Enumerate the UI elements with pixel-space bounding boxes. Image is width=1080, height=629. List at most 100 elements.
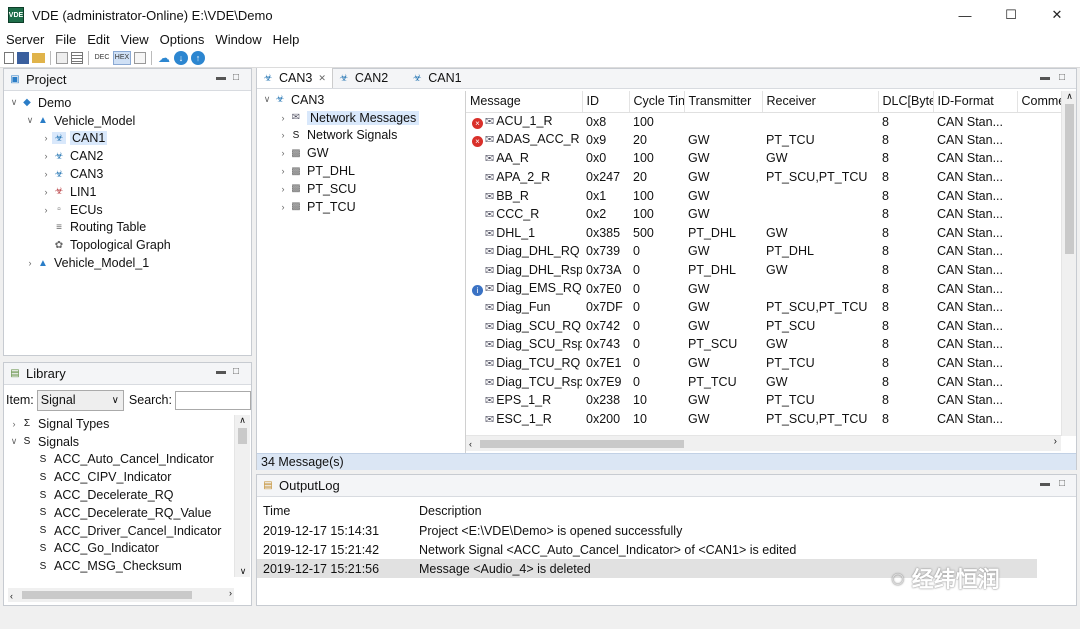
tree-item-can1[interactable]: › ☣ CAN1	[4, 130, 251, 148]
expand-right-icon[interactable]: ›	[40, 187, 52, 197]
expand-right-icon[interactable]: ›	[277, 148, 289, 158]
expand-right-icon[interactable]: ›	[40, 169, 52, 179]
scroll-thumb[interactable]	[1065, 104, 1074, 254]
table-row[interactable]: i ✉ Diag_EMS_RQ 0x7E0 0 GW 8 CAN Stan...	[466, 279, 1062, 298]
messages-vertical-scrollbar[interactable]: ∧	[1061, 91, 1076, 436]
table-row[interactable]: ✉ DHL_1 0x385 500 PT_DHL GW 8 CAN Stan...	[466, 224, 1062, 243]
export-icon[interactable]	[134, 51, 146, 64]
signal-list-item[interactable]: Ѕ ACC_MSG_Checksum	[4, 557, 251, 575]
close-tab-icon[interactable]: ✕	[318, 73, 326, 84]
table-row[interactable]: ✉ Diag_SCU_RQ 0x742 0 GW PT_SCU 8 CAN Stan...	[466, 317, 1062, 336]
table-row[interactable]: ✉ ESC_1_R 0x200 10 GW PT_SCU,PT_TCU 8 CAN Stan.…	[466, 410, 1062, 429]
column-header-dlc[interactable]: DLC[Byte	[878, 91, 934, 113]
expand-right-icon[interactable]: ›	[40, 205, 52, 215]
signal-list-item[interactable]: Ѕ ACC_CIPV_Indicator	[4, 468, 251, 486]
menu-server[interactable]: Server	[0, 32, 49, 47]
minimize-panel-button[interactable]: ▬	[1040, 478, 1050, 489]
expand-right-icon[interactable]: ›	[277, 166, 289, 176]
maximize-button[interactable]: ☐	[988, 0, 1034, 30]
tree-item-gw[interactable]: › ▩ GW	[259, 144, 463, 162]
column-header-id[interactable]: ID	[582, 91, 630, 113]
new-file-icon[interactable]	[4, 51, 14, 64]
signal-list-item[interactable]: Ѕ ACC_Decelerate_RQ_Value	[4, 504, 251, 522]
expand-right-icon[interactable]: ›	[277, 202, 289, 212]
menu-options[interactable]: Options	[154, 32, 210, 47]
minimize-panel-button[interactable]: ▬	[1040, 72, 1050, 83]
properties-icon[interactable]	[56, 51, 68, 64]
tree-item-demo[interactable]: ∨ ◆ Demo	[4, 94, 251, 112]
table-row[interactable]: ✉ Diag_Fun 0x7DF 0 GW PT_SCU,PT_TCU 8 CAN Stan.…	[466, 298, 1062, 317]
table-row[interactable]: ✉ CCC_R 0x2 100 GW 8 CAN Stan...	[466, 205, 1062, 224]
table-row[interactable]: ✉ BB_R 0x1 100 GW 8 CAN Stan...	[466, 186, 1062, 205]
tree-item-topological-graph[interactable]: ✿ Topological Graph	[4, 236, 251, 254]
expand-right-icon[interactable]: ›	[277, 113, 289, 123]
search-input[interactable]	[175, 390, 251, 410]
chevron-up-icon[interactable]: ∧	[1062, 91, 1076, 102]
tree-item-pt-tcu[interactable]: › ▩ PT_TCU	[259, 198, 463, 216]
tree-item-vehicle-model[interactable]: ∨ ▲ Vehicle_Model	[4, 112, 251, 130]
maximize-panel-button[interactable]: □	[1059, 478, 1065, 489]
table-row[interactable]: × ✉ ACU_1_R 0x8 100 8 CAN Stan...	[466, 112, 1062, 131]
scroll-thumb[interactable]	[22, 591, 192, 599]
scroll-thumb[interactable]	[480, 440, 684, 448]
chevron-left-icon[interactable]: ‹	[8, 591, 13, 601]
log-row[interactable]: 2019-12-17 15:21:42 Network Signal <ACC_…	[257, 540, 1076, 559]
column-header-message[interactable]: Message	[466, 91, 583, 113]
tab-can1[interactable]: ☣ CAN1	[398, 68, 467, 88]
column-header-id-format[interactable]: ID-Format	[933, 91, 1018, 113]
minimize-panel-button[interactable]: ▬	[216, 366, 226, 377]
messages-horizontal-scrollbar[interactable]: ‹ ›	[466, 435, 1061, 451]
cloud-icon[interactable]: ☁	[157, 51, 171, 65]
signal-list-item[interactable]: Ѕ ACC_Auto_Cancel_Indicator	[4, 451, 251, 469]
chevron-down-icon[interactable]: ∨	[235, 566, 251, 577]
column-header-receiver[interactable]: Receiver	[762, 91, 879, 113]
maximize-panel-button[interactable]: □	[233, 366, 239, 377]
tree-item-signal-types[interactable]: › Σ Signal Types	[4, 415, 251, 433]
expand-right-icon[interactable]: ›	[8, 419, 20, 429]
maximize-panel-button[interactable]: □	[1059, 72, 1065, 83]
tree-item-can2[interactable]: › ☣ CAN2	[4, 147, 251, 165]
expand-right-icon[interactable]: ›	[40, 133, 52, 143]
tab-can2[interactable]: ☣ CAN2	[333, 68, 398, 88]
upload-icon[interactable]: ↑	[191, 50, 205, 65]
tree-item-can3-root[interactable]: ∨ ☣ CAN3	[259, 91, 463, 109]
close-button[interactable]: ✕	[1034, 0, 1080, 30]
list-icon[interactable]	[71, 51, 83, 64]
item-select[interactable]: Signal ∨	[36, 389, 124, 411]
chevron-up-icon[interactable]: ∧	[235, 415, 250, 426]
open-folder-icon[interactable]	[32, 52, 45, 63]
maximize-panel-button[interactable]: □	[233, 72, 239, 83]
chevron-right-icon[interactable]: ›	[1054, 436, 1057, 447]
menu-view[interactable]: View	[115, 32, 154, 47]
hex-icon[interactable]: HEX	[113, 50, 131, 65]
tree-item-network-signals[interactable]: › Ѕ Network Signals	[259, 127, 463, 145]
table-row[interactable]: ✉ Diag_SCU_Rsp 0x743 0 PT_SCU GW 8 CAN Stan...	[466, 335, 1062, 354]
save-icon[interactable]	[17, 51, 29, 64]
tree-item-signals[interactable]: ∨ Ѕ Signals	[4, 433, 251, 451]
download-icon[interactable]: ↓	[174, 50, 188, 65]
table-row[interactable]: ✉ Diag_TCU_RQ 0x7E1 0 GW PT_TCU 8 CAN Stan...	[466, 354, 1062, 373]
expand-down-icon[interactable]: ∨	[8, 436, 20, 447]
table-row[interactable]: ✉ APA_2_R 0x247 20 GW PT_SCU,PT_TCU 8 CAN Stan.…	[466, 168, 1062, 187]
signal-list-item[interactable]: Ѕ ACC_Go_Indicator	[4, 540, 251, 558]
expand-right-icon[interactable]: ›	[40, 151, 52, 161]
log-row[interactable]: 2019-12-17 15:14:31 Project <E:\VDE\Demo…	[257, 521, 1076, 540]
library-vertical-scrollbar[interactable]: ∧ ∨	[234, 415, 250, 577]
menu-file[interactable]: File	[49, 32, 81, 47]
chevron-left-icon[interactable]: ‹	[466, 439, 472, 449]
tree-item-vehicle-model-1[interactable]: › ▲ Vehicle_Model_1	[4, 254, 251, 272]
expand-right-icon[interactable]: ›	[277, 130, 289, 140]
minimize-panel-button[interactable]: ▬	[216, 72, 226, 83]
expand-down-icon[interactable]: ∨	[24, 115, 36, 126]
minimize-button[interactable]: —	[942, 0, 988, 30]
table-row[interactable]: ✉ Diag_DHL_Rsp 0x73A 0 PT_DHL GW 8 CAN Stan...	[466, 261, 1062, 280]
column-header-transmitter[interactable]: Transmitter	[684, 91, 763, 113]
column-header-comment[interactable]: Comme	[1017, 91, 1063, 113]
menu-window[interactable]: Window	[209, 32, 266, 47]
tree-item-can3[interactable]: › ☣ CAN3	[4, 165, 251, 183]
expand-down-icon[interactable]: ∨	[8, 97, 20, 108]
tree-item-pt-dhl[interactable]: › ▩ PT_DHL	[259, 162, 463, 180]
menu-edit[interactable]: Edit	[81, 32, 114, 47]
menu-help[interactable]: Help	[267, 32, 305, 47]
tree-item-routing-table[interactable]: ≡ Routing Table	[4, 219, 251, 237]
